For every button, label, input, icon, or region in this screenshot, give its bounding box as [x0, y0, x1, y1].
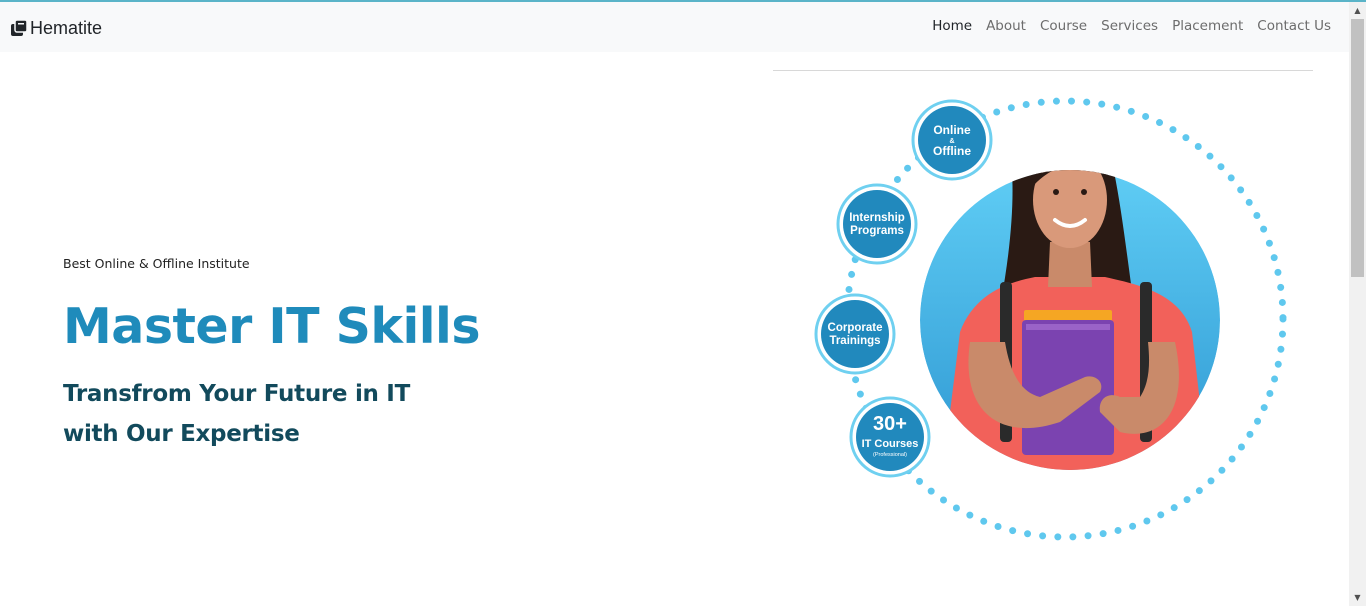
main-nav: Home About Course Services Placement Con… — [932, 18, 1331, 34]
badge-courses-label: IT Courses — [862, 438, 919, 450]
badge-courses-number: 30+ — [873, 413, 907, 435]
badge-corporate-line1: Corporate — [828, 322, 883, 334]
student-photo — [920, 170, 1220, 470]
badge-it-courses: 30+ IT Courses (Professional) — [849, 396, 931, 478]
brand-name: Hematite — [30, 17, 103, 38]
nav-about[interactable]: About — [986, 18, 1026, 34]
nav-services[interactable]: Services — [1101, 18, 1158, 34]
badge-internship-line2: Programs — [850, 225, 904, 237]
scroll-thumb[interactable] — [1351, 19, 1364, 277]
hero-divider — [773, 70, 1313, 71]
badge-corporate-trainings: Corporate Trainings — [814, 293, 896, 375]
scroll-down-arrow-icon[interactable]: ▼ — [1349, 589, 1366, 606]
badge-internship-line1: Internship — [849, 212, 905, 224]
badge-online-offline: Online & Offline — [911, 99, 993, 181]
badge-courses-note: (Professional) — [873, 452, 907, 458]
nav-contact-us[interactable]: Contact Us — [1257, 18, 1331, 34]
nav-course[interactable]: Course — [1040, 18, 1087, 34]
badge-internship-programs: Internship Programs — [836, 183, 918, 265]
hero-tagline: Best Online & Offline Institute — [63, 256, 250, 271]
scroll-up-arrow-icon[interactable]: ▲ — [1349, 2, 1366, 19]
hero-title: Master IT Skills — [63, 298, 481, 355]
page-scrollbar[interactable]: ▲ ▼ — [1349, 2, 1366, 606]
nav-home[interactable]: Home — [932, 18, 972, 34]
hero-illustration: Online & Offline Internship Programs Cor… — [814, 97, 1287, 541]
hero-subtitle: Transfrom Your Future in IT with Our Exp… — [63, 381, 410, 447]
brand-link[interactable]: Hematite — [10, 16, 102, 40]
badge-online-line2: Offline — [933, 144, 971, 158]
navbar: Hematite Home About Course Services Plac… — [0, 2, 1349, 52]
badge-corporate-line2: Trainings — [829, 335, 880, 347]
books-icon — [11, 19, 28, 36]
badge-online-line1: Online — [933, 123, 971, 137]
nav-placement[interactable]: Placement — [1172, 18, 1243, 34]
